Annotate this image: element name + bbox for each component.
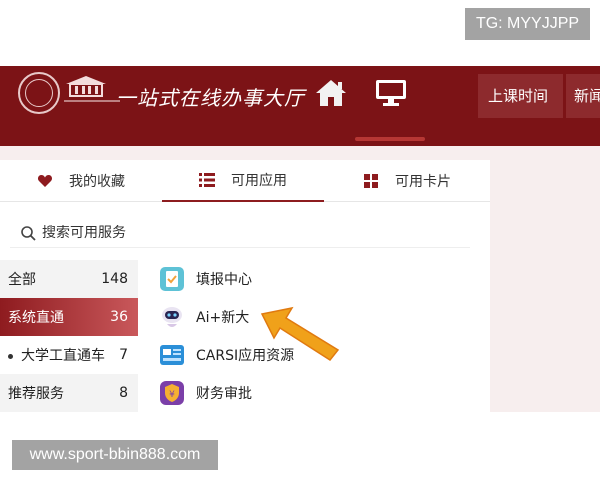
app-form-center[interactable]: 填报中心 xyxy=(158,260,252,298)
logo-subtitle-graphic xyxy=(64,98,120,106)
app-label: Ai+新大 xyxy=(196,310,250,326)
pointer-arrow-icon xyxy=(260,306,340,361)
category-count: 148 xyxy=(101,271,128,287)
tab-label: 我的收藏 xyxy=(69,174,125,190)
tab-label: 可用卡片 xyxy=(395,174,451,190)
monitor-icon[interactable] xyxy=(375,79,407,107)
category-count: 7 xyxy=(119,347,128,363)
top-header: 一站式在线办事大厅 上课时间 新闻 xyxy=(0,66,600,146)
category-recommended[interactable]: 推荐服务 8 xyxy=(0,374,138,412)
app-label: 填报中心 xyxy=(196,272,252,288)
site-url-watermark: www.sport-bbin888.com xyxy=(12,440,218,470)
category-count: 8 xyxy=(119,385,128,401)
category-list: 全部 148 系统直通 36 大学工直通车 7 推荐服务 8 xyxy=(0,260,138,412)
right-background xyxy=(490,146,600,412)
resource-card-icon xyxy=(160,345,184,365)
category-university-express[interactable]: 大学工直通车 7 xyxy=(0,336,138,374)
grid-icon xyxy=(364,174,378,188)
svg-text:¥: ¥ xyxy=(169,390,175,400)
category-system-direct[interactable]: 系统直通 36 xyxy=(0,298,138,336)
service-panel: 我的收藏 可用应用 可用卡片 全部 148 xyxy=(0,160,490,412)
category-label: 全部 xyxy=(8,272,36,288)
news-button[interactable]: 新闻 xyxy=(566,74,600,118)
background-strip xyxy=(0,146,490,160)
header-active-indicator xyxy=(355,137,425,141)
category-label: 大学工直通车 xyxy=(21,348,105,364)
search-bar xyxy=(10,218,470,248)
heart-icon xyxy=(37,175,53,187)
tab-available-apps[interactable]: 可用应用 xyxy=(162,160,324,202)
site-title: 一站式在线办事大厅 xyxy=(116,86,305,110)
tab-bar: 我的收藏 可用应用 可用卡片 xyxy=(0,160,490,202)
tab-favorites[interactable]: 我的收藏 xyxy=(0,160,162,202)
search-icon xyxy=(21,225,36,241)
app-label: 财务审批 xyxy=(196,386,252,402)
tab-label: 可用应用 xyxy=(231,173,287,189)
home-icon[interactable] xyxy=(314,78,348,108)
tg-watermark: TG: MYYJJPP xyxy=(465,8,590,40)
finance-shield-icon: ¥ xyxy=(160,381,184,405)
category-label: 系统直通 xyxy=(8,310,64,326)
bullet-dot xyxy=(8,353,13,359)
class-time-button[interactable]: 上课时间 xyxy=(478,74,563,118)
app-ai-xinda[interactable]: Ai+新大 xyxy=(158,298,249,336)
app-finance-approval[interactable]: ¥ 财务审批 xyxy=(158,374,252,412)
university-seal-icon xyxy=(18,72,60,114)
category-label: 推荐服务 xyxy=(8,386,64,402)
robot-icon xyxy=(162,307,182,327)
search-input[interactable] xyxy=(42,224,442,241)
list-icon xyxy=(199,173,215,187)
building-logo-icon xyxy=(66,76,106,97)
category-count: 36 xyxy=(110,309,128,325)
form-fill-icon xyxy=(160,267,184,291)
tab-available-cards[interactable]: 可用卡片 xyxy=(324,160,490,202)
category-all[interactable]: 全部 148 xyxy=(0,260,138,298)
